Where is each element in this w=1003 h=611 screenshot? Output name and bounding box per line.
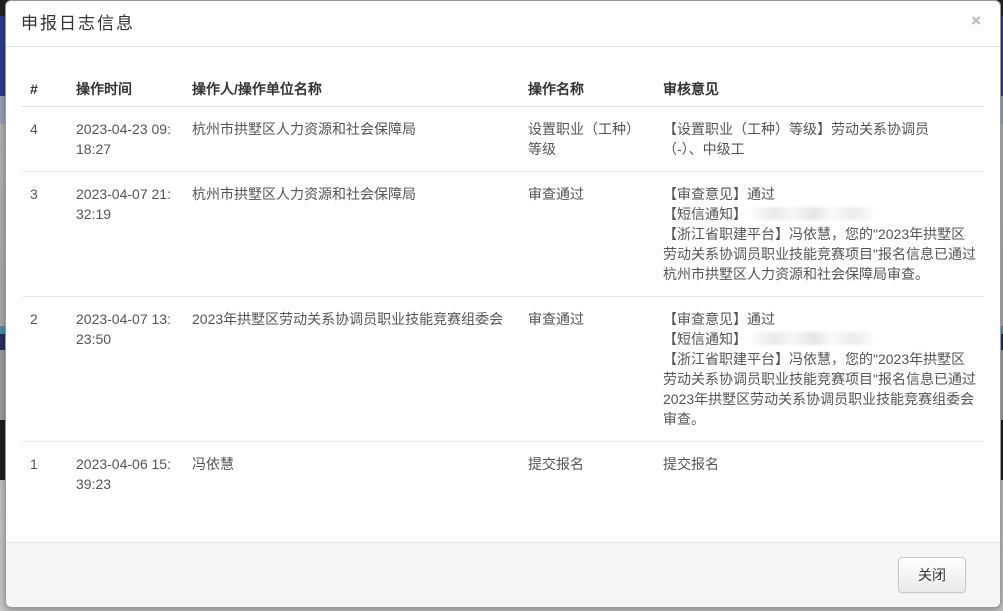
table-row: 1 2023-04-06 15:39:23 冯依慧 提交报名 提交报名: [22, 442, 984, 507]
cell-operation: 提交报名: [520, 442, 655, 507]
cell-opinion: 【审查意见】通过【短信通知】【浙江省职建平台】冯依慧，您的"2023年拱墅区劳动…: [655, 172, 984, 297]
header-row: # 操作时间 操作人/操作单位名称 操作名称 审核意见: [22, 67, 984, 107]
table-row: 2 2023-04-07 13:23:50 2023年拱墅区劳动关系协调员职业技…: [22, 297, 984, 442]
cell-opinion: 【审查意见】通过【短信通知】【浙江省职建平台】冯依慧，您的"2023年拱墅区劳动…: [655, 297, 984, 442]
opinion-line: 【浙江省职建平台】冯依慧，您的"2023年拱墅区劳动关系协调员职业技能竞赛项目"…: [663, 349, 976, 429]
opinion-line: 【审查意见】通过: [663, 184, 976, 204]
log-table-body: 4 2023-04-23 09:18:27 杭州市拱墅区人力资源和社会保障局 设…: [22, 107, 984, 507]
redacted-sms-blur: [752, 207, 872, 220]
cell-operator: 杭州市拱墅区人力资源和社会保障局: [184, 107, 520, 172]
cell-index: 2: [22, 297, 68, 442]
cell-time: 2023-04-23 09:18:27: [68, 107, 184, 172]
dialog-header: 申报日志信息 ×: [6, 1, 1000, 47]
dialog-body: # 操作时间 操作人/操作单位名称 操作名称 审核意见 4 2023-04-23…: [6, 47, 1000, 542]
opinion-line: 提交报名: [663, 454, 976, 474]
cell-operator: 杭州市拱墅区人力资源和社会保障局: [184, 172, 520, 297]
page-background: { "modal": { "title": "申报日志信息", "close_i…: [0, 0, 1003, 611]
cell-index: 4: [22, 107, 68, 172]
cell-operator: 冯依慧: [184, 442, 520, 507]
dialog-footer: 关闭: [6, 542, 1000, 607]
col-header-opinion: 审核意见: [655, 67, 984, 107]
opinion-line: 【设置职业（工种）等级】劳动关系协调员: [663, 119, 976, 139]
col-header-index: #: [22, 67, 68, 107]
opinion-line: 【审查意见】通过: [663, 309, 976, 329]
opinion-line: 【短信通知】: [663, 329, 976, 349]
table-row: 3 2023-04-07 21:32:19 杭州市拱墅区人力资源和社会保障局 审…: [22, 172, 984, 297]
cell-operation: 设置职业（工种）等级: [520, 107, 655, 172]
cell-time: 2023-04-07 21:32:19: [68, 172, 184, 297]
close-icon[interactable]: ×: [971, 12, 981, 30]
cell-operator: 2023年拱墅区劳动关系协调员职业技能竞赛组委会: [184, 297, 520, 442]
close-button[interactable]: 关闭: [898, 557, 966, 593]
log-dialog: 申报日志信息 × # 操作时间 操作人/操作单位名称 操作名称 审核意见: [5, 0, 1001, 608]
col-header-time: 操作时间: [68, 67, 184, 107]
cell-time: 2023-04-06 15:39:23: [68, 442, 184, 507]
cell-index: 1: [22, 442, 68, 507]
opinion-line: 【浙江省职建平台】冯依慧，您的"2023年拱墅区劳动关系协调员职业技能竞赛项目"…: [663, 224, 976, 284]
cell-time: 2023-04-07 13:23:50: [68, 297, 184, 442]
redacted-sms-blur: [752, 332, 872, 345]
opinion-line: 【短信通知】: [663, 204, 976, 224]
col-header-operation: 操作名称: [520, 67, 655, 107]
dialog-title: 申报日志信息: [21, 14, 985, 34]
cell-operation: 审查通过: [520, 297, 655, 442]
cell-operation: 审查通过: [520, 172, 655, 297]
opinion-line: （-）、中级工: [663, 139, 976, 159]
log-table: # 操作时间 操作人/操作单位名称 操作名称 审核意见 4 2023-04-23…: [22, 67, 984, 506]
col-header-operator: 操作人/操作单位名称: [184, 67, 520, 107]
cell-index: 3: [22, 172, 68, 297]
log-table-head: # 操作时间 操作人/操作单位名称 操作名称 审核意见: [22, 67, 984, 107]
cell-opinion: 【设置职业（工种）等级】劳动关系协调员（-）、中级工: [655, 107, 984, 172]
cell-opinion: 提交报名: [655, 442, 984, 507]
table-row: 4 2023-04-23 09:18:27 杭州市拱墅区人力资源和社会保障局 设…: [22, 107, 984, 172]
